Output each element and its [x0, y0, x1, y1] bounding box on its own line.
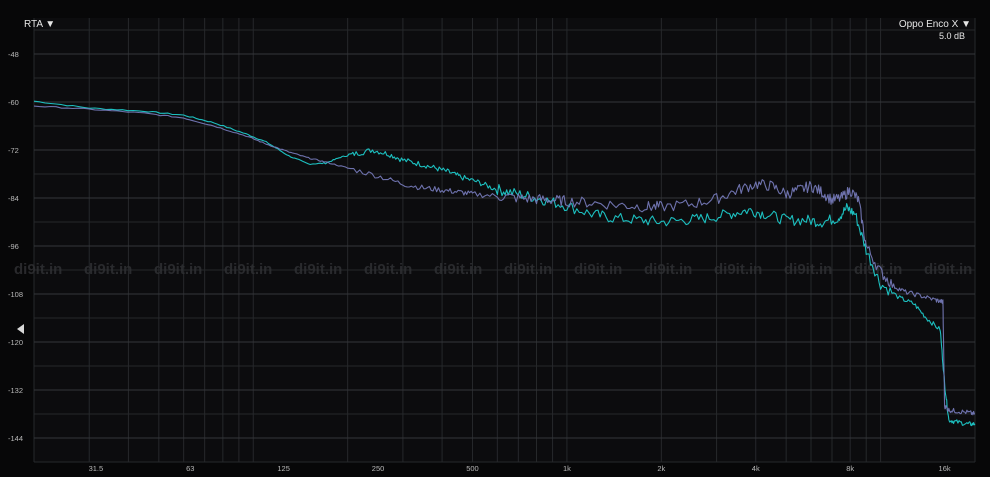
device-select-dropdown[interactable]: Oppo Enco X ▼ — [899, 19, 971, 30]
y-tick-label: -48 — [8, 50, 19, 59]
watermark-text: di9it.in — [294, 261, 342, 278]
watermark-text: di9it.in — [14, 261, 62, 278]
x-tick-label: 8k — [846, 464, 854, 473]
watermark-text: di9it.in — [224, 261, 272, 278]
y-tick-label: -84 — [8, 194, 19, 203]
level-marker-handle[interactable] — [17, 324, 24, 334]
watermark-text: di9it.in — [364, 261, 412, 278]
x-tick-label: 31.5 — [89, 464, 104, 473]
x-tick-label: 63 — [186, 464, 194, 473]
rta-analyzer-window: di9it.in di9it.in di9it.in di9it.in di9it.in… — [0, 0, 990, 477]
watermark-text: di9it.in — [84, 261, 132, 278]
watermark-text: di9it.in — [504, 261, 552, 278]
rta-chart: di9it.in di9it.in di9it.in di9it.in di9it.in… — [8, 18, 976, 473]
x-tick-label: 4k — [752, 464, 760, 473]
y-tick-label: -144 — [8, 434, 23, 443]
watermark-text: di9it.in — [924, 261, 972, 278]
y-tick-label: -108 — [8, 290, 23, 299]
x-tick-label: 500 — [466, 464, 479, 473]
y-tick-label: -96 — [8, 242, 19, 251]
x-tick-label: 2k — [657, 464, 665, 473]
rta-mode-dropdown[interactable]: RTA ▼ — [24, 19, 55, 30]
watermark-text: di9it.in — [434, 261, 482, 278]
y-tick-label: -120 — [8, 338, 23, 347]
watermark-text: di9it.in — [714, 261, 762, 278]
y-tick-label: -132 — [8, 386, 23, 395]
x-tick-label: 250 — [372, 464, 385, 473]
x-tick-label: 16k — [939, 464, 951, 473]
scale-readout: 5.0 dB — [938, 31, 965, 41]
y-tick-label: -72 — [8, 146, 19, 155]
x-tick-label: 1k — [563, 464, 571, 473]
watermark-text: di9it.in — [154, 261, 202, 278]
watermark-text: di9it.in — [644, 261, 692, 278]
watermark-text: di9it.in — [784, 261, 832, 278]
x-tick-label: 125 — [277, 464, 290, 473]
y-tick-label: -60 — [8, 98, 19, 107]
plot-area — [34, 18, 975, 462]
watermark-text: di9it.in — [574, 261, 622, 278]
